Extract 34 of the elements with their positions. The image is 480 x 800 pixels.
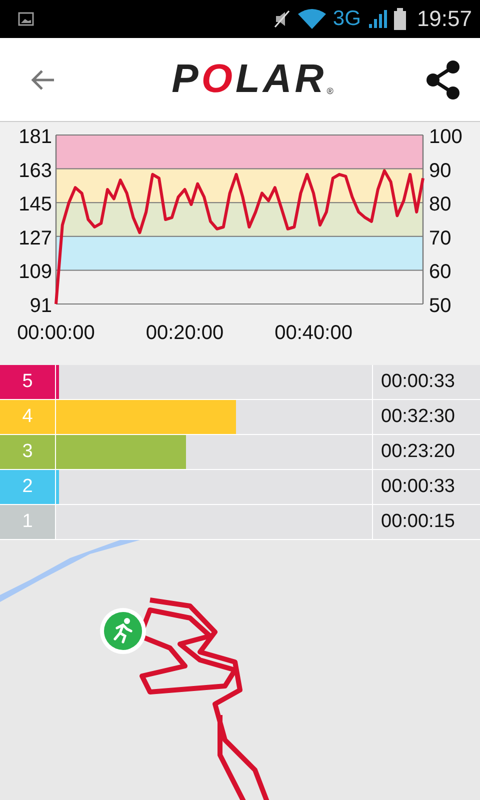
zone-time: 00:00:33 [372, 470, 480, 504]
axis-label: 181 [18, 126, 52, 148]
axis-label: 00:20:00 [146, 322, 224, 344]
axis-label: 91 [30, 295, 52, 317]
axis-label: 50 [429, 295, 452, 317]
battery-icon [392, 8, 407, 30]
zone-number: 1 [0, 505, 56, 539]
axis-label: 109 [18, 261, 52, 284]
signal-icon [366, 9, 387, 29]
axis-label: 145 [18, 194, 52, 216]
image-icon [18, 12, 34, 26]
axis-label: 90 [429, 160, 452, 182]
runner-marker[interactable] [98, 606, 148, 656]
zone-number: 3 [0, 435, 56, 469]
axis-label: 00:40:00 [274, 322, 352, 344]
zone-time: 00:23:20 [372, 435, 480, 469]
zone-number: 4 [0, 400, 56, 434]
zone-number: 2 [0, 470, 56, 504]
axis-label: 60 [429, 261, 452, 284]
zone-number: 5 [0, 365, 56, 399]
clock: 19:57 [416, 6, 472, 32]
logo: POLAR® [172, 57, 336, 102]
zone-time: 00:00:33 [372, 365, 480, 399]
wifi-icon [296, 8, 327, 30]
axis-label: 80 [429, 194, 452, 216]
axis-label: 127 [18, 227, 52, 250]
network-label: 3G [332, 7, 361, 31]
axis-label: 00:00:00 [17, 322, 95, 344]
mute-icon [272, 9, 291, 29]
zone-time: 00:00:15 [372, 505, 480, 539]
axis-label: 70 [429, 227, 452, 250]
zone-time: 00:32:30 [372, 400, 480, 434]
axis-label: 163 [18, 160, 52, 182]
axis-label: 100 [429, 126, 462, 148]
